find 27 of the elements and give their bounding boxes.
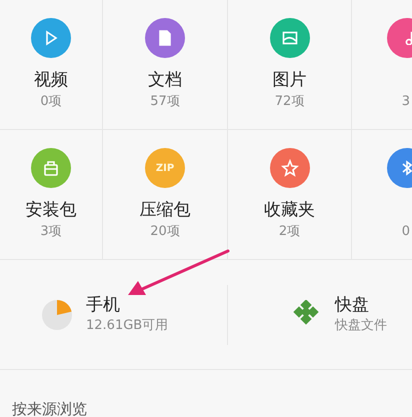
storage-subtitle: 快盘文件 <box>335 316 387 335</box>
item-count: 2项 <box>278 223 300 242</box>
storage-subtitle: 12.61GB可用 <box>86 316 168 335</box>
item-count: 3 <box>402 93 410 111</box>
item-count: 20项 <box>150 223 180 242</box>
category-label: 收藏夹 <box>264 200 315 220</box>
item-count: 0项 <box>40 93 62 112</box>
category-label: 压缩包 <box>140 200 190 220</box>
item-count: 0 <box>402 223 410 241</box>
category-label: 视频 <box>34 70 68 90</box>
category-tile[interactable]: 安装包 3项 <box>0 130 103 260</box>
category-icon: ZIP <box>145 148 185 188</box>
storage-title: 快盘 <box>335 294 370 316</box>
storage-item[interactable]: 快盘 快盘文件 <box>228 284 412 344</box>
category-tile[interactable]: 图片 72项 <box>228 0 352 130</box>
category-tile[interactable]: 收藏夹 2项 <box>228 130 352 260</box>
category-label: 安装包 <box>26 200 76 220</box>
storage-title: 手机 <box>86 294 121 316</box>
category-label: 图片 <box>272 70 306 90</box>
item-count: 72项 <box>274 93 304 112</box>
section-header: 按来源浏览 <box>11 399 88 417</box>
category-tile[interactable]: ZIP 压缩包 20项 <box>103 130 228 260</box>
item-count: 57项 <box>150 93 180 112</box>
category-label: 文档 <box>148 70 182 90</box>
category-tile[interactable]: 视频 0项 <box>0 0 103 130</box>
category-tile[interactable]: 文档 57项 <box>103 0 228 130</box>
item-count: 3项 <box>40 223 62 242</box>
